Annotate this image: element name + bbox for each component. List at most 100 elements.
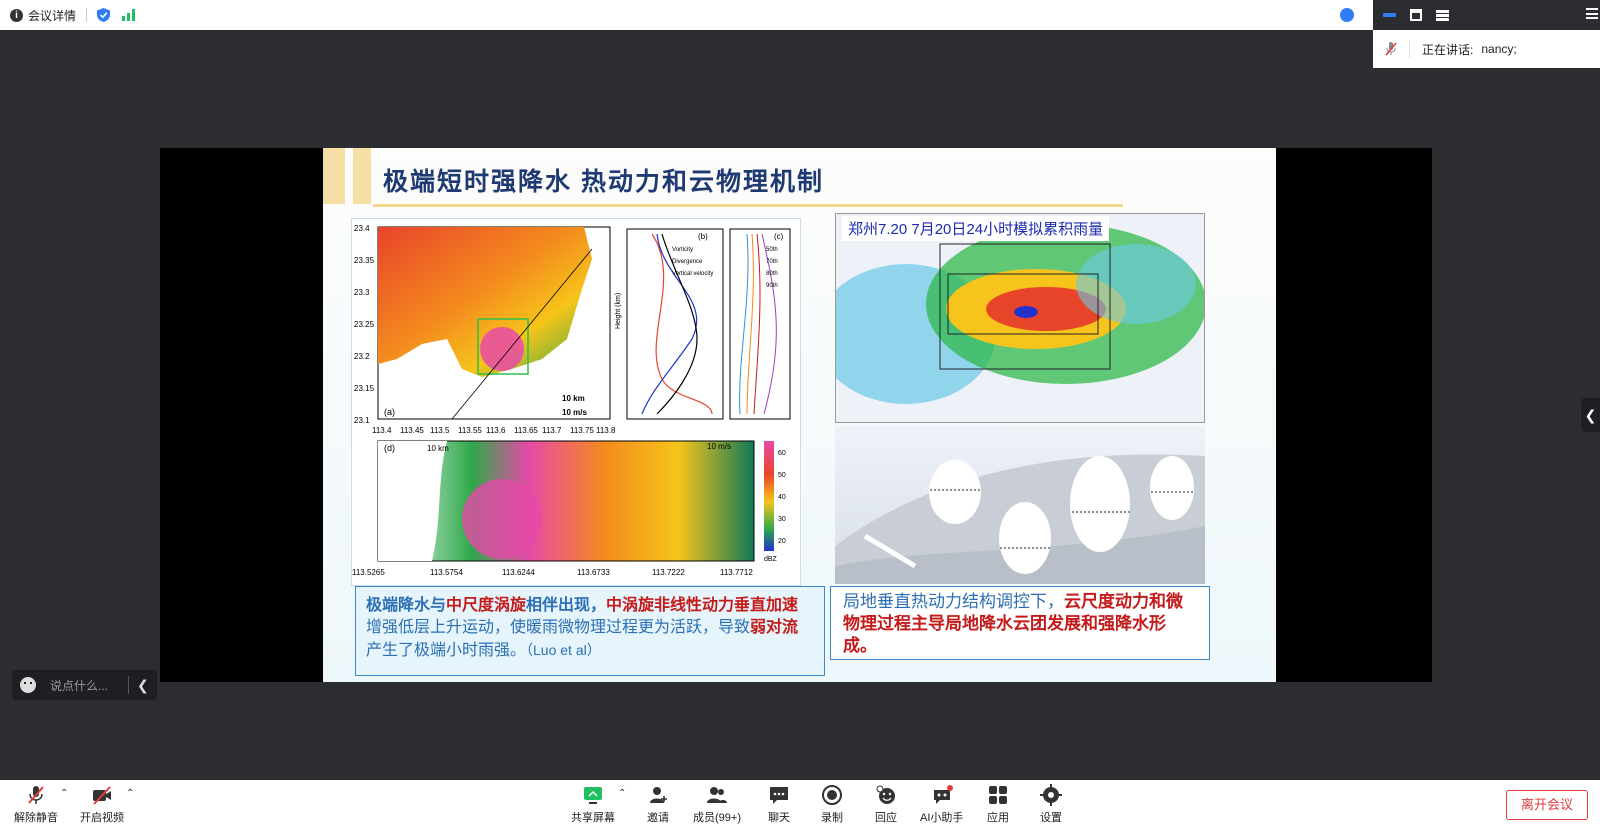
lon2-tick: 113.7222 (652, 568, 685, 577)
settings-label: 设置 (1040, 812, 1062, 824)
panel-a-label: (a) (384, 407, 395, 417)
panel-b-label: (b) (698, 232, 708, 241)
summary-text: 局地垂直热动力结构调控下， (843, 592, 1064, 611)
meeting-toolbar: 解除静音 ⌃ 开启视频 ⌃ 共享屏幕 ⌃ 邀请 成员(99+) 聊天 录制 回应… (0, 780, 1600, 832)
lat-tick: 23.15 (354, 384, 375, 393)
lon2-tick: 113.7712 (720, 568, 753, 577)
legend-item: 70th (766, 259, 778, 265)
ai-assistant-label: AI小助手 (920, 812, 964, 824)
lat-tick: 23.4 (354, 224, 370, 233)
speaking-label: 正在讲话: (1422, 42, 1474, 57)
slide-title: 极端短时强降水 热动力和云物理机制 (383, 168, 824, 196)
unmute-label: 解除静音 (14, 812, 58, 824)
apps-grid-icon (989, 786, 1007, 804)
chat-input-bar[interactable]: 说点什么... ❮ (12, 670, 157, 700)
invite-button[interactable]: 邀请 (647, 784, 669, 825)
slide-decoration (353, 148, 371, 204)
members-icon (707, 787, 727, 803)
layout-list-icon[interactable] (1436, 9, 1449, 21)
summary-text: 极端降水与 (366, 597, 447, 614)
lon-tick: 113.6 (486, 426, 506, 435)
panel-c-label: (c) (774, 232, 784, 241)
menu-icon[interactable] (1586, 8, 1598, 19)
chat-label: 聊天 (768, 812, 790, 824)
cloud-schematic-figure (835, 426, 1205, 584)
lon2-tick: 113.6244 (502, 568, 535, 577)
lat-tick: 23.35 (354, 256, 375, 265)
legend-item: 80th (766, 271, 778, 277)
lon2-tick: 113.5754 (430, 568, 463, 577)
right-summary-box: 局地垂直热动力结构调控下，云尺度动力和微物理过程主导局地降水云团发展和强降水形成… (830, 586, 1210, 660)
scale-km-label-d: 10 km (427, 444, 449, 453)
window-icon[interactable] (1410, 9, 1422, 21)
divider (128, 676, 129, 694)
lon-tick: 113.65 (514, 426, 538, 435)
scale-ms-label-d: 10 m/s (707, 442, 731, 451)
left-figure: (a) 10 km 10 m/s 23.4 23.35 23.3 23.25 2… (351, 218, 801, 586)
presentation-slide: 极端短时强降水 热动力和云物理机制 (a) 10 km 10 m/s 23.4 … (323, 148, 1276, 682)
summary-highlight: 中尺度涡旋 (446, 597, 527, 614)
react-button[interactable]: 回应 (875, 784, 897, 825)
colorbar-tick: 20 (778, 538, 786, 545)
shield-icon[interactable] (97, 8, 111, 22)
colorbar-tick: 60 (778, 450, 786, 457)
meeting-details-button[interactable]: i 会议详情 (10, 7, 76, 24)
meeting-details-label: 会议详情 (28, 8, 77, 23)
chat-button[interactable]: 聊天 (768, 784, 790, 825)
lon-tick: 113.7 (542, 426, 562, 435)
colorbar-tick: 50 (778, 472, 786, 479)
share-screen-button[interactable]: 共享屏幕 (571, 784, 615, 825)
slide-decoration (323, 148, 345, 204)
lon-tick: 113.45 (400, 426, 424, 435)
leave-meeting-button[interactable]: 离开会议 (1506, 790, 1588, 820)
colorbar-unit: dBZ (764, 556, 778, 563)
speaking-indicator: 正在讲话: nancy; (1373, 30, 1600, 68)
expand-sidebar-icon[interactable]: ❮ (1581, 398, 1600, 432)
collapse-chevron-icon[interactable]: ❮ (137, 677, 149, 694)
divider (1409, 40, 1410, 58)
members-button[interactable]: 成员(99+) (693, 784, 741, 825)
emoji-icon[interactable] (20, 677, 36, 693)
record-button[interactable]: 录制 (821, 784, 843, 825)
video-options-chevron-icon[interactable]: ⌃ (126, 788, 134, 799)
record-icon (822, 785, 842, 805)
unmute-button[interactable]: 解除静音 (14, 784, 58, 825)
chat-input[interactable]: 说点什么... (50, 677, 120, 694)
invite-icon (650, 787, 667, 803)
reaction-icon (876, 785, 895, 804)
legend-item: Vorticity (672, 247, 693, 253)
minimize-icon[interactable] (1383, 13, 1396, 17)
rainfall-map-figure: 郑州7.20 7月20日24小时模拟累积雨量 (835, 213, 1205, 423)
muted-mic-icon (28, 786, 44, 804)
ai-assistant-icon (933, 785, 953, 804)
react-label: 回应 (875, 812, 897, 824)
scale-km-label: 10 km (562, 394, 585, 403)
summary-text: 相伴出现， (526, 597, 607, 614)
divider (86, 8, 88, 22)
start-video-button[interactable]: 开启视频 (80, 784, 124, 825)
members-label: 成员(99+) (693, 812, 741, 824)
height-axis-label: Height (km) (615, 293, 622, 329)
video-off-icon (93, 786, 111, 805)
lon-tick: 113.75 (570, 426, 594, 435)
lat-tick: 23.25 (354, 320, 375, 329)
citation: （Luo et al） (526, 642, 601, 658)
info-icon: i (10, 8, 23, 22)
lat-tick: 23.2 (354, 352, 370, 361)
settings-button[interactable]: 设置 (1040, 784, 1062, 825)
record-label: 录制 (821, 812, 843, 824)
lon2-tick: 113.5265 (352, 568, 385, 577)
gear-icon (1040, 784, 1062, 806)
ai-assistant-button[interactable]: AI小助手 (920, 784, 963, 825)
lon-tick: 113.8 (596, 426, 616, 435)
summary-highlight: 中涡旋非线性动力垂直加速 (606, 597, 799, 614)
lon-tick: 113.5 (430, 426, 450, 435)
audio-options-chevron-icon[interactable]: ⌃ (60, 788, 68, 799)
apps-label: 应用 (987, 812, 1009, 824)
muted-mic-icon (1385, 42, 1397, 56)
apps-button[interactable]: 应用 (987, 784, 1009, 825)
left-summary-box: 极端降水与中尺度涡旋相伴出现，中涡旋非线性动力垂直加速增强低层上升运动，使暖雨微… (355, 586, 825, 676)
signal-icon[interactable] (122, 9, 136, 21)
speaker-panel: 正在讲话: nancy; (1373, 0, 1600, 68)
share-options-chevron-icon[interactable]: ⌃ (618, 788, 626, 799)
